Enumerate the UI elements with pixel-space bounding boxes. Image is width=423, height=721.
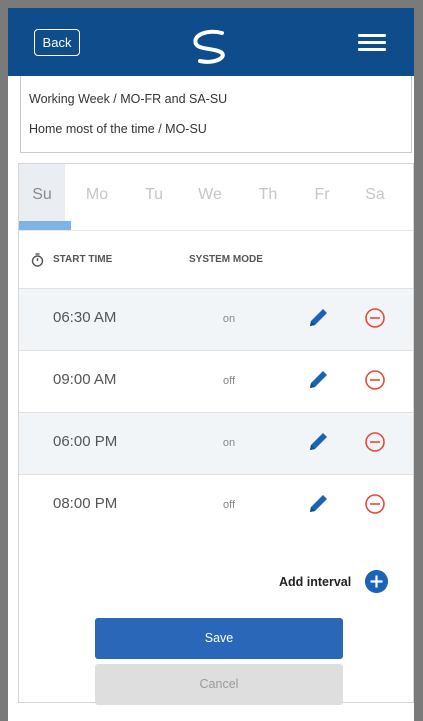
- interval-start-time: 08:00 PM: [53, 495, 118, 512]
- remove-interval-icon[interactable]: [364, 493, 386, 515]
- pencil-icon[interactable]: [307, 307, 329, 329]
- interval-system-mode: on: [222, 313, 236, 325]
- interval-row: 09:00 AM off: [19, 350, 413, 412]
- tab-day-mo[interactable]: Mo: [74, 164, 120, 230]
- pencil-icon[interactable]: [307, 493, 329, 515]
- interval-system-mode: on: [222, 437, 236, 449]
- schedule-preset-dropdown: Working Week / MO-FR and SA-SU Home most…: [20, 76, 412, 153]
- brand-logo: [193, 29, 225, 64]
- plus-icon: [365, 570, 388, 593]
- remove-interval-icon[interactable]: [364, 431, 386, 453]
- system-mode-header: SYSTEM MODE: [189, 254, 263, 265]
- app-header: Back: [8, 8, 414, 76]
- interval-system-mode: off: [222, 499, 236, 511]
- tab-day-tu[interactable]: Tu: [131, 164, 177, 230]
- app-frame: Back Working Week / MO-FR and SA-SU Home…: [8, 8, 414, 721]
- column-headers: START TIME SYSTEM MODE: [19, 230, 413, 288]
- remove-interval-icon[interactable]: [364, 307, 386, 329]
- preset-option-home-most[interactable]: Home most of the time / MO-SU: [21, 114, 411, 144]
- interval-row: 08:00 PM off: [19, 474, 413, 536]
- interval-start-time: 06:00 PM: [53, 433, 118, 450]
- interval-start-time: 09:00 AM: [53, 371, 117, 388]
- day-tabs: Su Mo Tu We Th Fr Sa: [19, 164, 413, 231]
- pencil-icon[interactable]: [307, 369, 329, 391]
- hamburger-menu-icon[interactable]: [358, 34, 386, 54]
- back-button[interactable]: Back: [34, 29, 80, 56]
- remove-interval-icon[interactable]: [364, 369, 386, 391]
- tab-day-su[interactable]: Su: [19, 164, 71, 230]
- interval-system-mode: off: [222, 375, 236, 387]
- tab-day-th[interactable]: Th: [245, 164, 291, 230]
- save-button[interactable]: Save: [95, 618, 343, 659]
- schedule-card: Su Mo Tu We Th Fr Sa START TIME SYSTEM M…: [18, 163, 414, 705]
- stopwatch-icon: [31, 253, 44, 267]
- interval-start-time: 06:30 AM: [53, 309, 117, 326]
- tab-day-fr[interactable]: Fr: [299, 164, 345, 230]
- add-interval-label: Add interval: [279, 575, 352, 589]
- cancel-button[interactable]: Cancel: [95, 664, 343, 705]
- interval-row: 06:00 PM on: [19, 412, 413, 474]
- tab-day-we[interactable]: We: [187, 164, 233, 230]
- preset-option-working-week[interactable]: Working Week / MO-FR and SA-SU: [21, 84, 411, 114]
- tab-day-sa[interactable]: Sa: [352, 164, 398, 230]
- start-time-header: START TIME: [53, 254, 113, 265]
- interval-row: 06:30 AM on: [19, 288, 413, 350]
- pencil-icon[interactable]: [307, 431, 329, 453]
